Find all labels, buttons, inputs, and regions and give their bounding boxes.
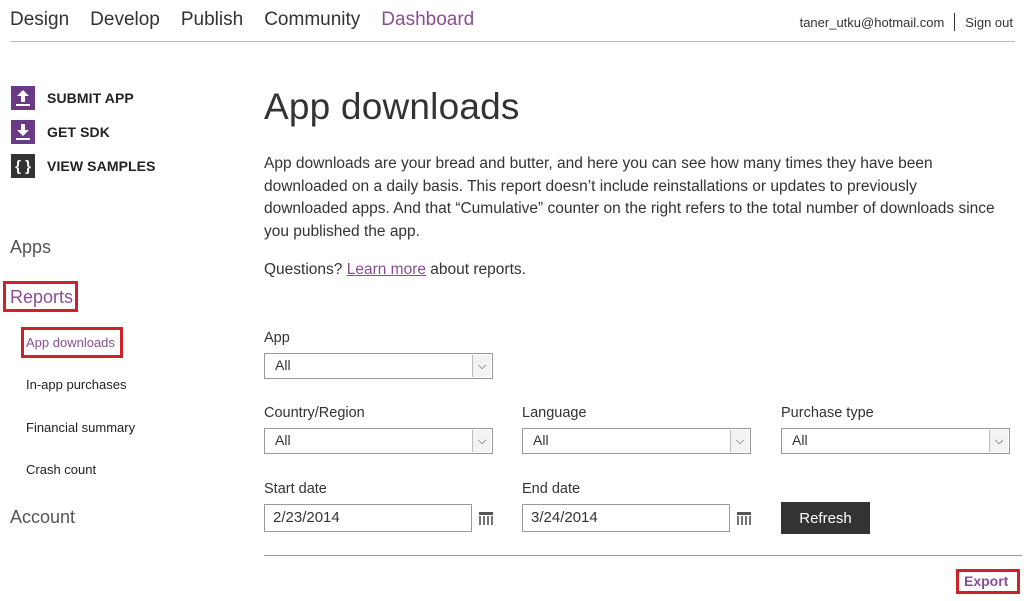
content-divider [264,555,1022,556]
country-filter-label: Country/Region [264,405,365,421]
account-email[interactable]: taner_utku@hotmail.com [800,15,945,30]
nav-develop[interactable]: Develop [90,8,160,32]
nav-publish[interactable]: Publish [181,8,243,32]
end-date-value: 3/24/2014 [531,509,598,526]
top-nav: Design Develop Publish Community Dashboa… [10,8,495,32]
start-date-value: 2/23/2014 [273,509,340,526]
account-area: taner_utku@hotmail.com Sign out [800,13,1013,31]
end-date-input[interactable]: 3/24/2014 [522,504,730,532]
sidebar-item-in-app-purchases[interactable]: In-app purchases [26,377,126,392]
nav-design[interactable]: Design [10,8,69,32]
chevron-down-icon: ⌵ [472,355,491,377]
braces-icon: { } [11,154,35,178]
calendar-icon[interactable] [479,512,493,525]
start-date-label: Start date [264,481,327,497]
learn-more-link[interactable]: Learn more [347,261,426,278]
app-select[interactable]: All ⌵ [264,353,493,379]
get-sdk-action[interactable]: GET SDK [11,120,110,144]
purchase-type-filter-label: Purchase type [781,405,874,421]
download-icon [11,120,35,144]
chevron-down-icon: ⌵ [730,430,749,452]
submit-app-label: SUBMIT APP [47,90,134,106]
page-description: App downloads are your bread and butter,… [264,155,995,241]
start-date-input[interactable]: 2/23/2014 [264,504,472,532]
signout-link[interactable]: Sign out [965,15,1013,30]
refresh-button[interactable]: Refresh [781,502,870,534]
upload-icon [11,86,35,110]
questions-line: Questions? Learn more about reports. [264,261,526,279]
sidebar-item-account[interactable]: Account [10,507,75,528]
view-samples-action[interactable]: { } VIEW SAMPLES [11,154,156,178]
view-samples-label: VIEW SAMPLES [47,158,156,174]
sidebar-item-app-downloads[interactable]: App downloads [26,335,115,350]
language-select-value: All [533,432,549,448]
calendar-icon[interactable] [737,512,751,525]
page-title: App downloads [264,86,520,127]
chevron-down-icon: ⌵ [472,430,491,452]
language-filter-label: Language [522,405,587,421]
get-sdk-label: GET SDK [47,124,110,140]
sidebar-item-reports[interactable]: Reports [10,287,73,308]
nav-community[interactable]: Community [264,8,360,32]
language-select[interactable]: All ⌵ [522,428,751,454]
country-select[interactable]: All ⌵ [264,428,493,454]
export-link[interactable]: Export [964,573,1008,589]
submit-app-action[interactable]: SUBMIT APP [11,86,134,110]
nav-dashboard[interactable]: Dashboard [381,8,474,32]
sidebar-item-apps[interactable]: Apps [10,237,51,258]
end-date-label: End date [522,481,581,497]
header-divider [10,41,1015,42]
sidebar-item-crash-count[interactable]: Crash count [26,462,96,477]
purchase-type-select-value: All [792,432,808,448]
app-filter-label: App [264,330,290,346]
account-separator [954,13,956,31]
country-select-value: All [275,432,291,448]
app-select-value: All [275,357,291,373]
chevron-down-icon: ⌵ [989,430,1008,452]
questions-suffix: about reports. [425,261,526,278]
purchase-type-select[interactable]: All ⌵ [781,428,1010,454]
sidebar-item-financial-summary[interactable]: Financial summary [26,420,135,435]
questions-prefix: Questions? [264,261,347,278]
